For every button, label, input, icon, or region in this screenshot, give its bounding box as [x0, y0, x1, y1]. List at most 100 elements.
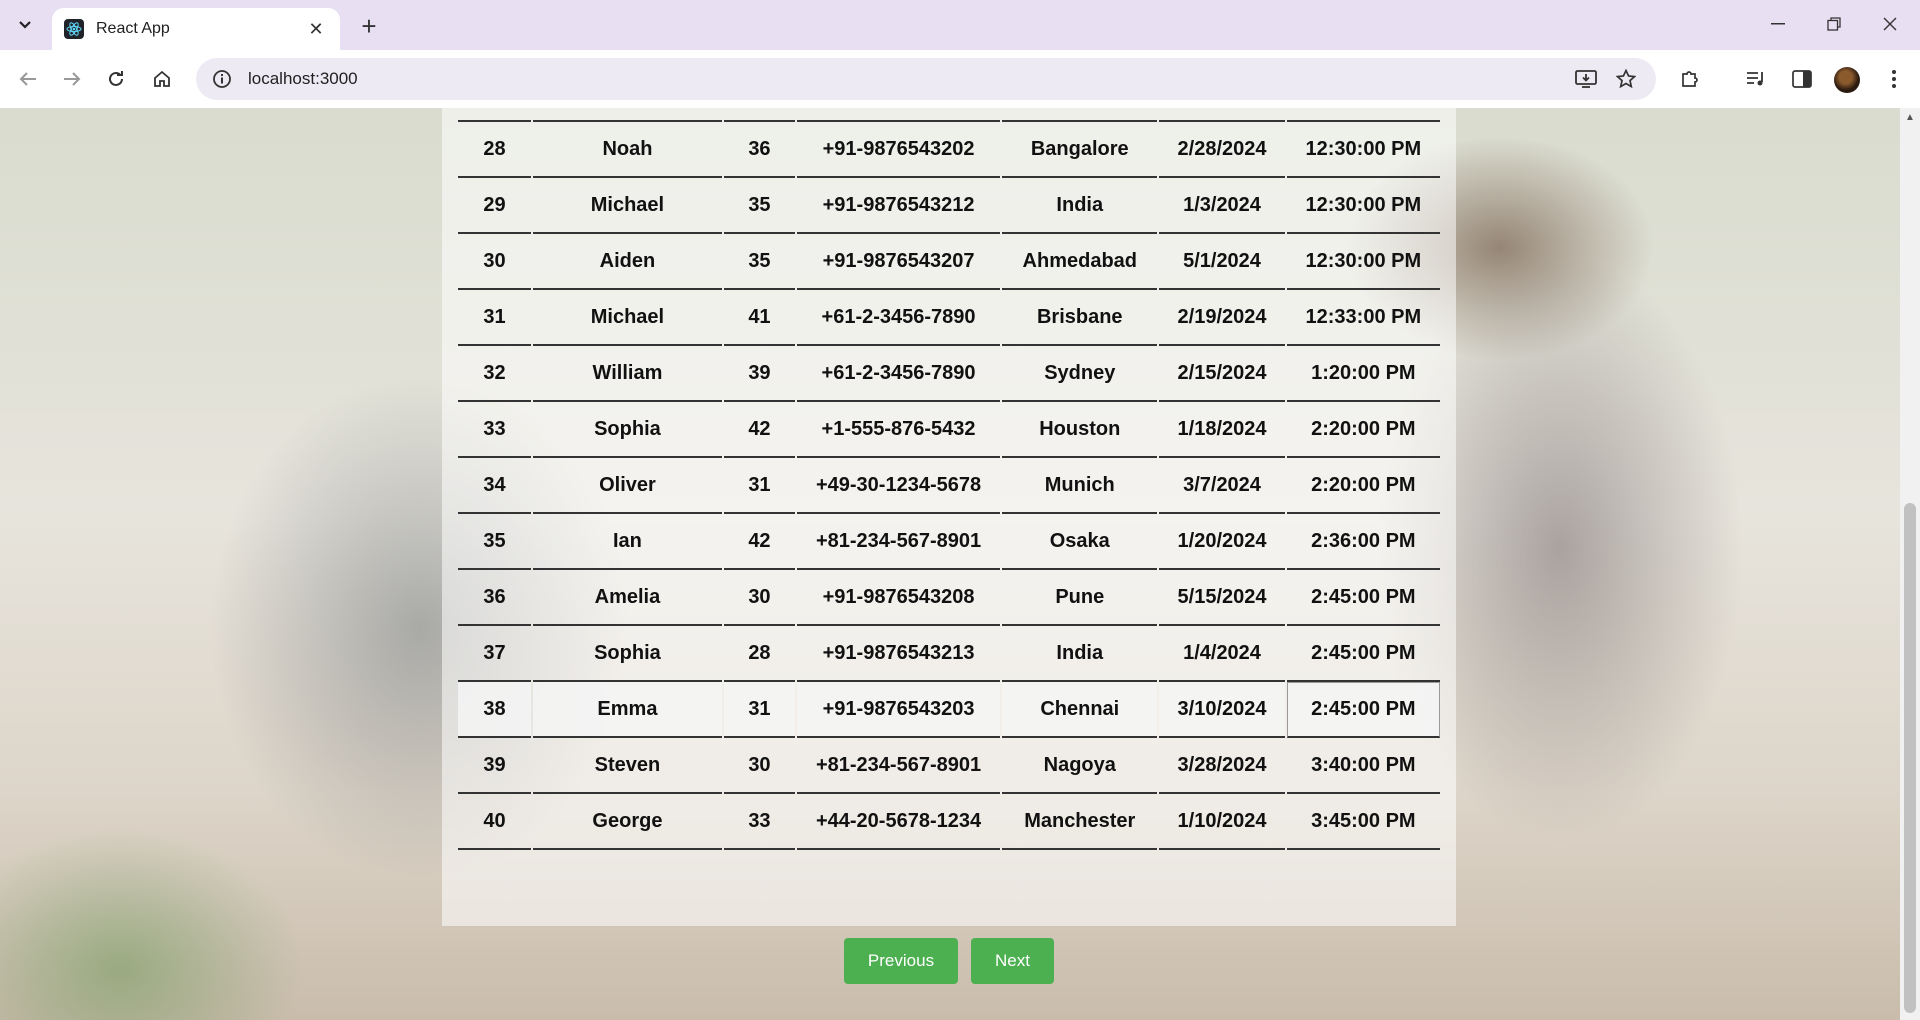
table-cell: 32: [458, 346, 531, 402]
next-button[interactable]: Next: [971, 938, 1054, 984]
minimize-icon[interactable]: [1750, 0, 1806, 48]
kebab-menu-icon[interactable]: [1876, 61, 1912, 97]
puzzle-icon[interactable]: [1672, 61, 1708, 97]
table-row: 40 George 33 +44-20-5678-1234 Manchester 1/10…: [458, 794, 1440, 850]
table-cell: Michael: [532, 290, 722, 346]
browser-tab-active[interactable]: React App ✕: [52, 8, 340, 50]
table-cell: 2:20:00 PM: [1286, 458, 1440, 514]
table-cell: +91-9876543213: [796, 626, 1001, 682]
table-cell: 2/28/2024: [1159, 122, 1285, 178]
table-cell: 1/18/2024: [1159, 402, 1285, 458]
table-cell: 33: [458, 402, 531, 458]
url-text: localhost:3000: [248, 69, 358, 88]
table-cell: 30: [723, 570, 795, 626]
table-cell: Sydney: [1002, 346, 1158, 402]
table-cell: 33: [723, 794, 795, 850]
vertical-scrollbar[interactable]: ▲: [1900, 108, 1920, 1020]
restore-icon[interactable]: [1806, 0, 1862, 48]
forward-button[interactable]: [54, 61, 90, 97]
table-cell: 41: [723, 290, 795, 346]
tab-search-button[interactable]: [8, 8, 42, 42]
install-app-icon[interactable]: [1568, 61, 1604, 97]
arrow-left-icon: [19, 72, 36, 86]
table-cell: 2:20:00 PM: [1286, 402, 1440, 458]
table-cell: 29: [458, 178, 531, 234]
back-button[interactable]: [10, 61, 46, 97]
browser-toolbar: localhost:3000: [0, 50, 1920, 108]
tab-close-icon[interactable]: ✕: [304, 17, 328, 41]
table-row: 27Emily29+1-212-555-1234New York6/5/2024…: [458, 108, 1440, 122]
table-cell: 36: [723, 122, 795, 178]
table-cell: 35: [723, 178, 795, 234]
table-cell: Osaka: [1002, 514, 1158, 570]
table-cell: 5/1/2024: [1159, 234, 1285, 290]
close-window-icon[interactable]: [1862, 0, 1918, 48]
table-cell: Michael: [532, 178, 722, 234]
scroll-up-arrow-icon[interactable]: ▲: [1904, 112, 1916, 124]
table-cell: 2:45:00 PM: [1286, 570, 1440, 626]
reload-button[interactable]: [98, 61, 134, 97]
table-cell: 37: [458, 626, 531, 682]
media-controls-icon[interactable]: [1738, 61, 1774, 97]
home-button[interactable]: [144, 61, 180, 97]
table-cell: Steven: [532, 738, 722, 794]
table-cell: 12:00:00 PM: [1286, 108, 1440, 122]
table-cell: 42: [723, 402, 795, 458]
table-cell: 35: [723, 234, 795, 290]
table-body: 27Emily29+1-212-555-1234New York6/5/2024…: [458, 108, 1440, 850]
table-cell: India: [1002, 178, 1158, 234]
table-cell: 3/10/2024: [1159, 682, 1285, 738]
table-cell: +1-555-876-5432: [796, 402, 1001, 458]
table-cell: Brisbane: [1002, 290, 1158, 346]
table-cell: 3:40:00 PM: [1286, 738, 1440, 794]
table-cell: 1/20/2024: [1159, 514, 1285, 570]
page-viewport: 27Emily29+1-212-555-1234New York6/5/2024…: [0, 108, 1900, 1020]
table-cell: 31: [723, 458, 795, 514]
table-cell: +91-9876543202: [796, 122, 1001, 178]
table-cell: +81-234-567-8901: [796, 738, 1001, 794]
table-row: 39 Steven 30 +81-234-567-8901 Nagoya 3/28/202…: [458, 738, 1440, 794]
table-cell: 39: [723, 346, 795, 402]
table-cell: 1/4/2024: [1159, 626, 1285, 682]
table-cell: 35: [458, 514, 531, 570]
table-cell: 39: [458, 738, 531, 794]
table-cell: India: [1002, 626, 1158, 682]
table-cell: 2:45:00 PM: [1286, 682, 1440, 738]
table-row: 28 Noah 36 +91-9876543202 Bangalore 2/28/2024…: [458, 122, 1440, 178]
side-panel-icon[interactable]: [1784, 61, 1820, 97]
reload-icon: [109, 71, 123, 86]
table-cell: 2:36:00 PM: [1286, 514, 1440, 570]
table-cell: +49-30-1234-5678: [796, 458, 1001, 514]
table-row: 36 Amelia 30 +91-9876543208 Pune 5/15/2024 2:4…: [458, 570, 1440, 626]
table-cell: George: [532, 794, 722, 850]
scrollbar-thumb[interactable]: [1904, 503, 1916, 1013]
table-container: 27Emily29+1-212-555-1234New York6/5/2024…: [442, 108, 1456, 926]
table-cell: 2/15/2024: [1159, 346, 1285, 402]
tab-title: React App: [96, 20, 170, 37]
star-icon[interactable]: [1608, 61, 1644, 97]
table-cell: 1/10/2024: [1159, 794, 1285, 850]
table-cell: +91-9876543208: [796, 570, 1001, 626]
browser-tab-strip: React App ✕ +: [0, 0, 1920, 50]
table-cell: 30: [723, 738, 795, 794]
table-cell: 28: [723, 626, 795, 682]
profile-avatar[interactable]: [1834, 67, 1860, 93]
react-logo-icon: [64, 19, 84, 39]
table-cell: 38: [458, 682, 531, 738]
table-row: 30 Aiden 35 +91-9876543207 Ahmedabad 5/1/2024…: [458, 234, 1440, 290]
table-cell: 1:20:00 PM: [1286, 346, 1440, 402]
table-row: 35 Ian 42 +81-234-567-8901 Osaka 1/20/2024 2:3…: [458, 514, 1440, 570]
table-cell: 3/28/2024: [1159, 738, 1285, 794]
table-cell: 3/7/2024: [1159, 458, 1285, 514]
info-icon[interactable]: [202, 59, 242, 99]
table-cell: 28: [458, 122, 531, 178]
address-bar[interactable]: localhost:3000: [196, 58, 1656, 100]
table-cell: Pune: [1002, 570, 1158, 626]
previous-button[interactable]: Previous: [844, 938, 958, 984]
new-tab-button[interactable]: +: [352, 9, 386, 43]
table-row: 32 William 39 +61-2-3456-7890 Sydney 2/15/202…: [458, 346, 1440, 402]
table-cell: 36: [458, 570, 531, 626]
table-cell: 31: [458, 290, 531, 346]
table-cell: +1-212-555-1234: [796, 108, 1001, 122]
table-cell: +44-20-5678-1234: [796, 794, 1001, 850]
